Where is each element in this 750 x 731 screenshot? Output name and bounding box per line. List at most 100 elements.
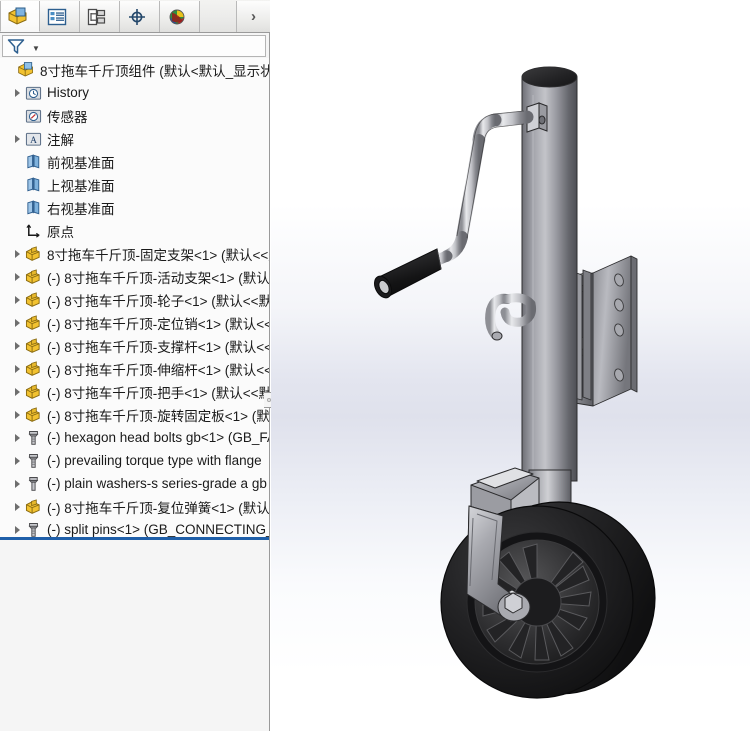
tree-item[interactable]: (-) split pins<1> (GB_CONNECTING_P xyxy=(0,518,269,538)
tree-item[interactable]: (-) 8寸拖车千斤顶-活动支架<1> (默认<< xyxy=(0,265,269,288)
tree-item-label: (-) hexagon head bolts gb<1> (GB_FA xyxy=(47,430,269,445)
tree-item-label: 前视基准面 xyxy=(47,155,115,171)
tree-expander-chevron-right-icon[interactable] xyxy=(12,409,23,420)
feature-manager-tree-icon xyxy=(7,6,29,26)
tree-root-assembly[interactable]: 8寸拖车千斤顶组件 (默认<默认_显示状态-1> xyxy=(0,58,269,81)
tree-item-label: (-) 8寸拖车千斤顶-活动支架<1> (默认<< xyxy=(47,270,269,286)
tab-dimxpert-manager[interactable] xyxy=(120,1,160,32)
plane-icon xyxy=(25,200,42,216)
tree-expander-chevron-right-icon[interactable] xyxy=(12,87,23,98)
tree-expander-chevron-right-icon[interactable] xyxy=(12,317,23,328)
tree-item-label: 传感器 xyxy=(47,109,88,125)
tree-item[interactable]: 传感器 xyxy=(0,104,269,127)
tree-item[interactable]: (-) hexagon head bolts gb<1> (GB_FA xyxy=(0,426,269,449)
tree-expander-placeholder xyxy=(12,156,23,167)
tree-item[interactable]: 前视基准面 xyxy=(0,150,269,173)
tree-item-label: (-) split pins<1> (GB_CONNECTING_P xyxy=(47,522,269,537)
tree-item-label: (-) plain washers-s series-grade a gb xyxy=(47,476,267,491)
tree-expander-chevron-right-icon[interactable] xyxy=(12,363,23,374)
tree-expander-chevron-right-icon[interactable] xyxy=(12,501,23,512)
tree-expander-placeholder xyxy=(12,110,23,121)
tree-expander-chevron-right-icon[interactable] xyxy=(12,294,23,305)
tree-item[interactable]: (-) 8寸拖车千斤顶-支撑杆<1> (默认<<默 xyxy=(0,334,269,357)
part-icon xyxy=(25,291,42,308)
tab-strip-spacer xyxy=(200,1,236,32)
tree-expander-chevron-right-icon[interactable] xyxy=(12,271,23,282)
3d-model-viewport[interactable] xyxy=(271,0,750,731)
part-icon xyxy=(25,337,42,354)
tree-item[interactable]: (-) 8寸拖车千斤顶-轮子<1> (默认<<默认 xyxy=(0,288,269,311)
part-icon xyxy=(25,498,42,515)
washer-bolt-icon xyxy=(25,476,42,492)
annotations-icon: A xyxy=(25,131,42,147)
tab-configuration-manager[interactable] xyxy=(80,1,120,32)
tree-item-label: (-) 8寸拖车千斤顶-旋转固定板<1> (默认 xyxy=(47,408,269,424)
tree-expander-chevron-right-icon[interactable] xyxy=(12,133,23,144)
plane-icon xyxy=(25,177,42,193)
filter-funnel-icon[interactable] xyxy=(7,38,25,55)
tree-item[interactable]: (-) 8寸拖车千斤顶-把手<1> (默认<<默认 xyxy=(0,380,269,403)
tree-root-label: 8寸拖车千斤顶组件 (默认<默认_显示状态-1> xyxy=(40,63,269,79)
manager-tab-strip: › xyxy=(0,0,270,33)
tree-item-label: 右视基准面 xyxy=(47,201,115,217)
bolt-icon xyxy=(25,453,42,469)
tree-expander-chevron-right-icon[interactable] xyxy=(12,248,23,259)
tab-property-manager[interactable] xyxy=(40,1,80,32)
tree-root-expander[interactable] xyxy=(4,64,15,75)
tree-item-label: (-) prevailing torque type with flange xyxy=(47,453,262,468)
panel-empty-area xyxy=(0,540,269,731)
bolt-icon xyxy=(25,522,42,538)
tree-item[interactable]: 右视基准面 xyxy=(0,196,269,219)
tab-feature-manager[interactable] xyxy=(0,1,40,32)
dimxpert-target-icon xyxy=(127,8,147,26)
tree-item-label: (-) 8寸拖车千斤顶-伸缩杆<1> (默认<<默 xyxy=(47,362,269,378)
tree-item-label: History xyxy=(47,85,90,100)
assembly-icon xyxy=(17,61,35,78)
svg-text:A: A xyxy=(30,136,37,146)
tree-item[interactable]: 原点 xyxy=(0,219,269,242)
tree-expander-chevron-right-icon[interactable] xyxy=(12,455,23,466)
tab-overflow-chevron-icon[interactable]: › xyxy=(236,1,270,32)
tree-item-list: History 传感器 A 注解前视基准面上视基准面右视基准面原点 8寸拖车千斤顶-固定… xyxy=(0,81,269,538)
tree-item-label: 原点 xyxy=(47,224,74,240)
tree-expander-chevron-right-icon[interactable] xyxy=(12,386,23,397)
sensor-icon xyxy=(25,108,42,124)
tree-item[interactable]: History xyxy=(0,81,269,104)
tab-display-manager[interactable] xyxy=(160,1,200,32)
tree-item[interactable]: 8寸拖车千斤顶-固定支架<1> (默认<<默 xyxy=(0,242,269,265)
trailer-jack-model xyxy=(374,66,656,699)
tree-item-label: (-) 8寸拖车千斤顶-轮子<1> (默认<<默认 xyxy=(47,293,269,309)
solidworks-window: › ▼ 8寸拖车千斤顶组件 (默认<默认_显示状 History 传感器 A 注… xyxy=(0,0,750,731)
filter-dropdown-chevron-down-icon[interactable]: ▼ xyxy=(32,44,40,53)
configuration-manager-icon xyxy=(87,8,107,26)
part-icon xyxy=(25,314,42,331)
part-icon xyxy=(25,360,42,377)
part-icon xyxy=(25,268,42,285)
feature-tree[interactable]: 8寸拖车千斤顶组件 (默认<默认_显示状态-1> History 传感器 A 注解前视… xyxy=(0,58,269,538)
display-manager-sphere-icon xyxy=(167,8,187,26)
tree-item-label: 上视基准面 xyxy=(47,178,115,194)
tree-item[interactable]: A 注解 xyxy=(0,127,269,150)
handle-grip xyxy=(374,248,442,299)
tree-item-label: 注解 xyxy=(47,132,74,148)
tree-item[interactable]: (-) 8寸拖车千斤顶-定位销<1> (默认<<默 xyxy=(0,311,269,334)
tree-expander-chevron-right-icon[interactable] xyxy=(12,340,23,351)
tree-expander-chevron-right-icon[interactable] xyxy=(12,524,23,535)
tree-expander-placeholder xyxy=(12,225,23,236)
crank-arm-diagonal xyxy=(456,134,485,243)
tree-filter-bar[interactable]: ▼ xyxy=(2,35,266,57)
tree-item[interactable]: 上视基准面 xyxy=(0,173,269,196)
tree-expander-chevron-right-icon[interactable] xyxy=(12,432,23,443)
tree-item-label: (-) 8寸拖车千斤顶-定位销<1> (默认<<默 xyxy=(47,316,269,332)
tree-item-label: (-) 8寸拖车千斤顶-支撑杆<1> (默认<<默 xyxy=(47,339,269,355)
tree-item[interactable]: (-) 8寸拖车千斤顶-旋转固定板<1> (默认 xyxy=(0,403,269,426)
history-icon xyxy=(25,85,42,101)
tree-item[interactable]: (-) 8寸拖车千斤顶-伸缩杆<1> (默认<<默 xyxy=(0,357,269,380)
tree-item[interactable]: (-) prevailing torque type with flange xyxy=(0,449,269,472)
feature-manager-panel: › ▼ 8寸拖车千斤顶组件 (默认<默认_显示状 History 传感器 A 注… xyxy=(0,0,276,731)
tree-expander-chevron-right-icon[interactable] xyxy=(12,478,23,489)
tree-item[interactable]: (-) 8寸拖车千斤顶-复位弹簧<1> (默认<< xyxy=(0,495,269,518)
tree-expander-placeholder xyxy=(12,179,23,190)
tree-item[interactable]: (-) plain washers-s series-grade a gb xyxy=(0,472,269,495)
tube-top-cap xyxy=(521,66,578,88)
